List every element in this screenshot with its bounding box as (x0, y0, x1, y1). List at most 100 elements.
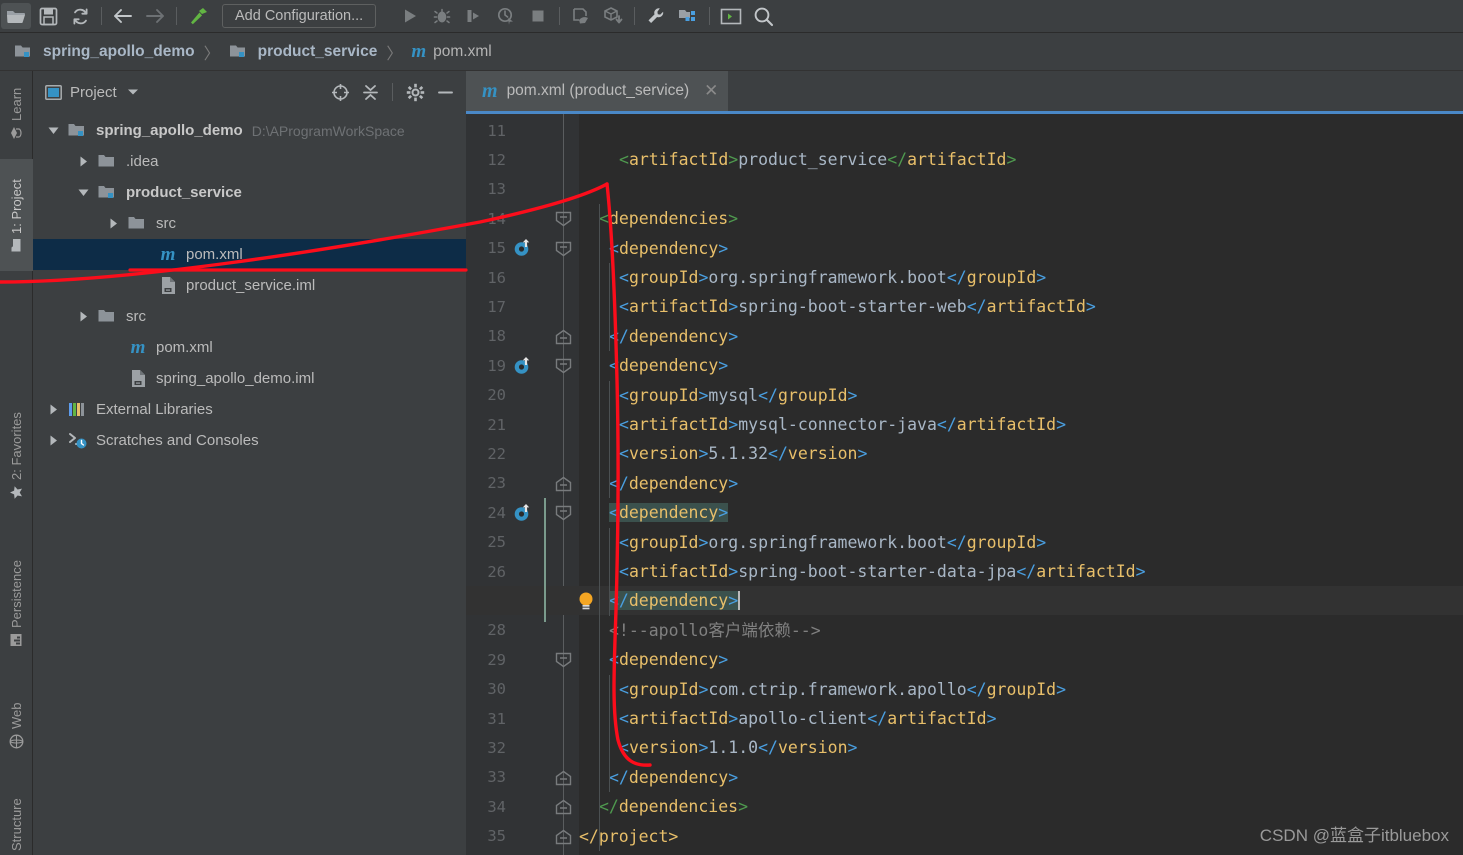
fold-marker[interactable] (554, 358, 574, 374)
code-line[interactable]: <artifactId>apollo-client</artifactId> (619, 704, 997, 733)
settings-wrench-icon[interactable] (641, 3, 671, 29)
tree-row[interactable]: product_service (33, 177, 466, 208)
code-line[interactable]: <groupId>org.springframework.boot</group… (619, 263, 1046, 292)
search-everywhere-icon[interactable] (748, 3, 778, 29)
twisty-collapsed-icon[interactable] (73, 311, 93, 322)
twisty-expanded-icon[interactable] (43, 126, 63, 135)
tree-row[interactable]: src (33, 208, 466, 239)
update-project-icon[interactable] (566, 3, 596, 29)
twisty-collapsed-icon[interactable] (43, 435, 63, 446)
back-arrow-icon[interactable] (108, 3, 138, 29)
fold-marker[interactable] (554, 799, 574, 815)
fold-marker[interactable] (554, 329, 574, 345)
code-line[interactable]: <groupId>com.ctrip.framework.apollo</gro… (619, 675, 1066, 704)
sidebar-item-structure[interactable]: Structure (0, 777, 33, 855)
sidebar-item-project[interactable]: 1: Project (0, 159, 33, 271)
twisty-collapsed-icon[interactable] (103, 218, 123, 229)
code-line[interactable]: </dependency> (609, 586, 741, 615)
gear-settings-icon[interactable] (402, 80, 428, 104)
code-line[interactable]: <artifactId>mysql-connector-java</artifa… (619, 410, 1066, 439)
code-token: </ (609, 326, 629, 346)
save-all-icon[interactable] (33, 3, 63, 29)
fold-marker[interactable] (554, 211, 574, 227)
sidebar-item-web[interactable]: Web (0, 681, 33, 771)
forward-arrow-icon[interactable] (140, 3, 170, 29)
maven-update-icon[interactable] (512, 355, 534, 377)
code-line[interactable]: <groupId>org.springframework.boot</group… (619, 528, 1046, 557)
tree-row[interactable]: .idea (33, 146, 466, 177)
open-folder-icon[interactable] (1, 3, 31, 29)
code-segment-group: <groupId>org.springframework.boot</group… (619, 268, 1046, 287)
scroll-from-source-icon[interactable] (327, 80, 353, 104)
code-text[interactable]: <artifactId>product_service</artifactId>… (466, 114, 1463, 855)
tree-row[interactable]: Scratches and Consoles (33, 425, 466, 456)
add-configuration-button[interactable]: Add Configuration... (222, 4, 377, 28)
code-line[interactable]: <dependency> (609, 234, 728, 263)
maven-update-icon[interactable] (512, 502, 534, 524)
debug-icon[interactable] (427, 3, 457, 29)
fold-marker[interactable] (554, 241, 574, 257)
project-folder-icon (11, 238, 23, 252)
tree-row[interactable]: spring_apollo_demo.iml (33, 363, 466, 394)
lightbulb-icon[interactable] (576, 590, 596, 612)
code-line[interactable]: <groupId>mysql</groupId> (619, 381, 857, 410)
fold-marker[interactable] (554, 476, 574, 492)
code-line[interactable]: </dependency> (609, 469, 738, 498)
tree-row[interactable]: src (33, 301, 466, 332)
editor-tab-pom-xml[interactable]: m pom.xml (product_service) ✕ (466, 71, 729, 114)
tree-row[interactable]: spring_apollo_demo D:\AProgramWorkSpace (33, 115, 466, 146)
project-structure-icon[interactable] (673, 3, 703, 29)
code-line[interactable]: <dependencies> (599, 204, 738, 233)
code-line[interactable]: </dependencies> (599, 792, 748, 821)
tree-row-label: src (156, 215, 176, 232)
chevron-down-icon[interactable] (127, 88, 139, 96)
sidebar-item-persistence[interactable]: Persistence (0, 539, 33, 669)
code-line[interactable]: <dependency> (609, 351, 728, 380)
fold-marker-column[interactable] (550, 114, 593, 855)
hide-minimize-icon[interactable] (432, 80, 458, 104)
sidebar-item-learn[interactable]: Learn (0, 71, 33, 157)
tree-row[interactable]: m pom.xml (33, 332, 466, 363)
fold-marker[interactable] (554, 505, 574, 521)
code-line[interactable]: <dependency> (609, 498, 729, 527)
code-line[interactable]: </dependency> (609, 763, 738, 792)
code-line[interactable]: <!--apollo客户端依赖--> (609, 616, 821, 645)
run-with-coverage-icon[interactable] (459, 3, 489, 29)
sidebar-item-favorites[interactable]: 2: Favorites (0, 389, 33, 524)
terminal-icon[interactable] (716, 3, 746, 29)
code-line[interactable]: <version>1.1.0</version> (619, 733, 857, 762)
code-line[interactable]: <artifactId>product_service</artifactId> (619, 145, 1016, 174)
code-line[interactable]: </project> (579, 822, 678, 851)
code-line[interactable]: <version>5.1.32</version> (619, 439, 867, 468)
twisty-collapsed-icon[interactable] (73, 156, 93, 167)
breadcrumb-item-file[interactable]: m pom.xml (411, 41, 491, 63)
external-libraries-icon (67, 401, 89, 418)
code-line[interactable]: <artifactId>spring-boot-starter-web</art… (619, 292, 1096, 321)
build-hammer-icon[interactable] (183, 3, 213, 29)
breadcrumb-item-project[interactable]: spring_apollo_demo (14, 43, 195, 61)
tree-row[interactable]: External Libraries (33, 394, 466, 425)
fold-marker[interactable] (554, 652, 574, 668)
code-token: > (668, 826, 679, 846)
code-line[interactable]: </dependency> (609, 322, 738, 351)
fold-marker[interactable] (554, 770, 574, 786)
tree-row[interactable]: product_service.iml (33, 270, 466, 301)
close-x-icon[interactable]: ✕ (704, 81, 718, 101)
code-line[interactable]: <artifactId>spring-boot-starter-data-jpa… (619, 557, 1146, 586)
maven-update-icon[interactable] (512, 237, 534, 259)
breadcrumb-item-module[interactable]: product_service (229, 43, 377, 61)
sync-refresh-icon[interactable] (65, 3, 95, 29)
code-line[interactable]: <dependency> (609, 645, 728, 674)
code-token: < (619, 150, 629, 170)
tree-row[interactable]: m pom.xml (33, 239, 466, 270)
stop-icon[interactable] (523, 3, 553, 29)
commit-icon[interactable] (598, 3, 628, 29)
run-icon[interactable] (395, 3, 425, 29)
collapse-all-icon[interactable] (357, 80, 383, 104)
code-editor[interactable]: 1112131415161718192021222324252627282930… (466, 114, 1463, 855)
twisty-expanded-icon[interactable] (73, 188, 93, 197)
profile-icon[interactable] (491, 3, 521, 29)
gutter-line: 20 (466, 381, 550, 410)
twisty-collapsed-icon[interactable] (43, 404, 63, 415)
fold-marker[interactable] (554, 829, 574, 845)
